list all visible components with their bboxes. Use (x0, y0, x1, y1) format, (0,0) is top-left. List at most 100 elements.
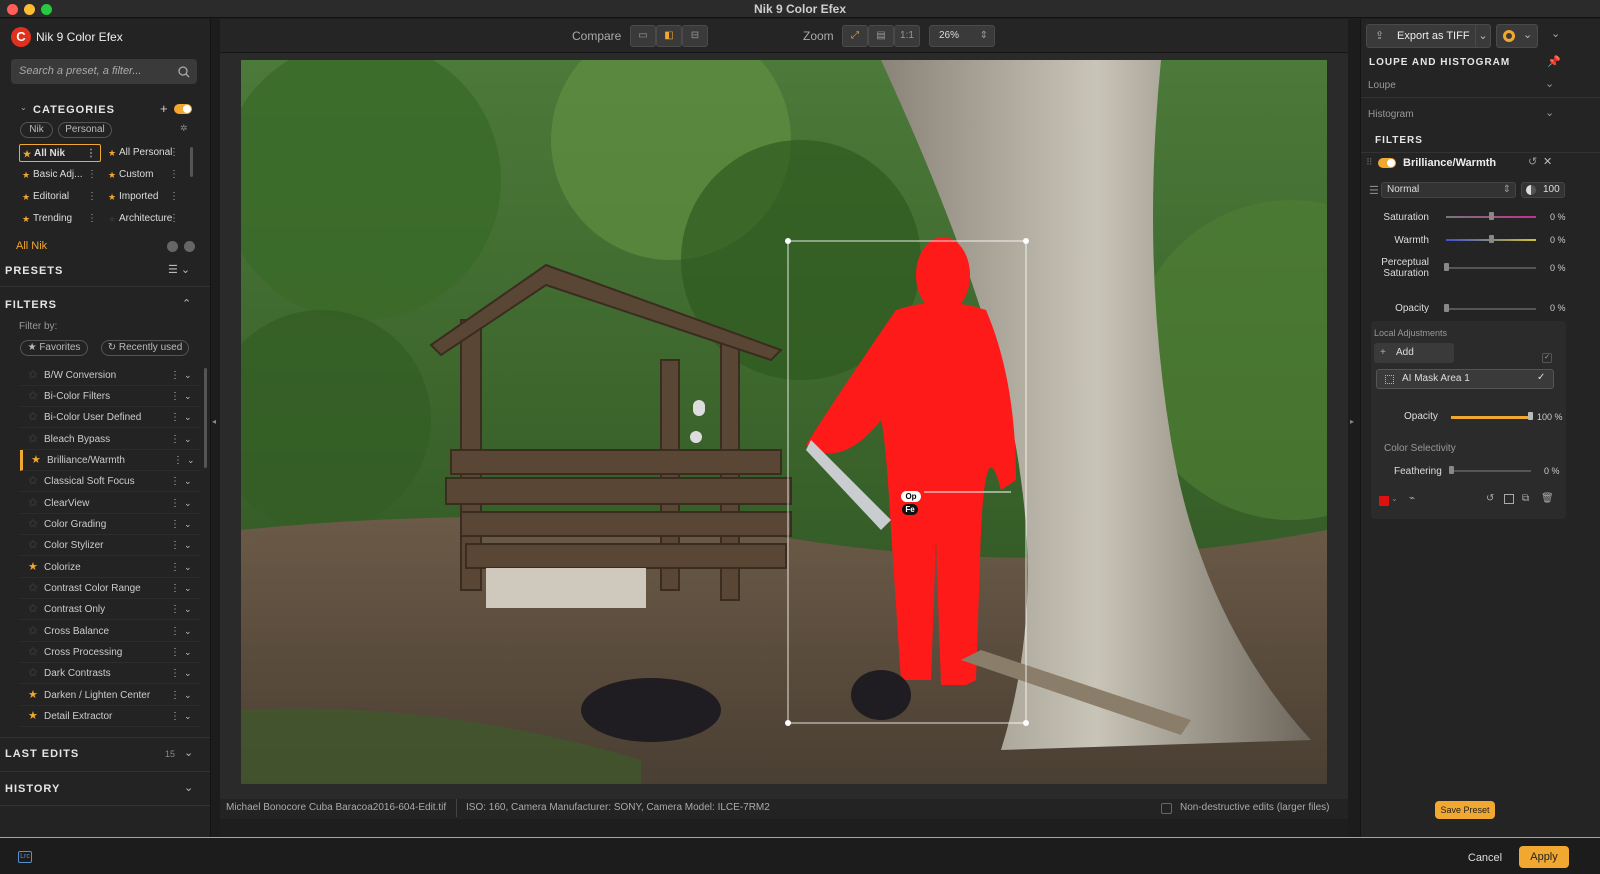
mask-opacity-handle[interactable]: Op (901, 491, 921, 502)
compare-split-view-button[interactable]: ◧ (656, 25, 682, 47)
invert-mask-icon[interactable] (1504, 494, 1514, 504)
maximize-window-button[interactable] (41, 4, 52, 15)
add-adjustment-button[interactable]: + Add (1374, 343, 1454, 363)
plugin-menu-button[interactable]: ⌄ (1496, 24, 1538, 48)
filter-item[interactable]: ★ Cross Processing ⋮ ⌄ (20, 642, 200, 663)
category-imported[interactable]: ★ Imported ⋮ (105, 188, 183, 206)
add-category-icon[interactable]: + (160, 101, 168, 116)
filter-item[interactable]: ★ Classical Soft Focus ⋮ ⌄ (20, 471, 200, 492)
categories-scrollbar[interactable] (190, 147, 193, 177)
drag-handle-icon[interactable]: ⠿ (1366, 157, 1373, 168)
export-format-dropdown[interactable]: ⌄ (1475, 24, 1491, 48)
category-trending[interactable]: ★ Trending ⋮ (19, 210, 101, 228)
categories-chevron-icon[interactable]: ⌄ (20, 103, 27, 112)
loupe-chevron-icon[interactable]: ⌄ (1545, 77, 1554, 90)
category-editorial[interactable]: ★ Editorial ⋮ (19, 188, 101, 206)
filter-item[interactable]: ★ Bleach Bypass ⋮ ⌄ (20, 429, 200, 450)
filter-menu-icon[interactable]: ☰ (1369, 184, 1379, 197)
zoom-fill-button[interactable]: ▤ (868, 25, 894, 47)
left-panel-splitter[interactable]: ◂ (211, 19, 220, 837)
opacity-slider[interactable] (1446, 308, 1536, 310)
favorites-chip[interactable]: ★ Favorites (20, 340, 88, 356)
lightroom-icon[interactable]: Lrc (18, 851, 32, 863)
compare-side-by-side-button[interactable]: ⊟ (682, 25, 708, 47)
prev-category-icon[interactable] (167, 241, 178, 252)
right-panel-splitter[interactable]: ▸ (1348, 19, 1360, 837)
mask-enabled-check-icon[interactable]: ✓ (1537, 372, 1545, 383)
export-button[interactable]: ⇪ Export as TIFF (1366, 24, 1486, 48)
last-edits-chevron-icon[interactable]: ⌄ (184, 746, 193, 759)
cancel-button[interactable]: Cancel (1455, 848, 1515, 868)
filter-item[interactable]: ★ Bi-Color Filters ⋮ ⌄ (20, 386, 200, 407)
zoom-1-1-button[interactable]: 1:1 (894, 25, 920, 47)
loupe-row[interactable]: Loupe (1368, 80, 1396, 91)
filter-item[interactable]: ★ Bi-Color User Defined ⋮ ⌄ (20, 407, 200, 428)
feathering-slider[interactable] (1451, 470, 1531, 472)
perceptual-saturation-slider[interactable] (1446, 267, 1536, 269)
next-category-icon[interactable] (184, 241, 195, 252)
recently-used-chip[interactable]: ↻ Recently used (101, 340, 189, 356)
mask-feather-handle[interactable]: Fe (902, 504, 918, 515)
search-icon[interactable] (178, 66, 190, 78)
ai-mask-row[interactable]: AI Mask Area 1 ✓ (1376, 369, 1554, 389)
zoom-select[interactable]: 26% ⇕ (929, 25, 995, 47)
filter-item[interactable]: ★ Dark Contrasts ⋮ ⌄ (20, 663, 200, 684)
filter-item[interactable]: ★ Contrast Only ⋮ ⌄ (20, 599, 200, 620)
delete-mask-icon[interactable]: 🗑 (1541, 493, 1554, 504)
remove-filter-icon[interactable]: ✕ (1543, 155, 1552, 168)
nondestructive-checkbox[interactable] (1161, 803, 1172, 814)
filter-enable-toggle[interactable] (1378, 158, 1396, 168)
category-basic-adj[interactable]: ★ Basic Adj... ⋮ (19, 166, 101, 184)
warmth-slider-thumb[interactable] (1489, 235, 1494, 243)
category-all-nik[interactable]: ★ All Nik ⋮ (19, 144, 101, 162)
save-preset-button[interactable]: Save Preset (1435, 801, 1495, 819)
filter-item[interactable]: ★ Color Stylizer ⋮ ⌄ (20, 535, 200, 556)
apply-button[interactable]: Apply (1519, 846, 1569, 868)
collapse-panel-icon[interactable]: ⌄ (1551, 27, 1560, 40)
filter-opacity-input[interactable]: 100 (1521, 182, 1565, 198)
filter-item-active[interactable]: ★ Brilliance/Warmth ⋮ ⌄ (20, 450, 200, 471)
mask-color-swatch[interactable] (1379, 496, 1389, 506)
settings-icon[interactable]: ✲ (180, 123, 188, 134)
reset-filter-icon[interactable]: ↺ (1528, 155, 1537, 168)
filter-item[interactable]: ★ Darken / Lighten Center ⋮ ⌄ (20, 685, 200, 706)
pin-icon[interactable]: 📌 (1547, 55, 1561, 68)
filter-item[interactable]: ★ Detail Extractor ⋮ ⌄ (20, 706, 200, 727)
filter-item[interactable]: ★ Cross Balance ⋮ ⌄ (20, 621, 200, 642)
category-all-personal[interactable]: ★ All Personal ⋮ (105, 144, 183, 162)
filter-item[interactable]: ★ ClearView ⋮ ⌄ (20, 493, 200, 514)
filter-item[interactable]: ★ B/W Conversion ⋮ ⌄ (20, 365, 200, 386)
filters-collapse-icon[interactable]: ⌃ (182, 297, 191, 310)
histogram-row[interactable]: Histogram (1368, 109, 1414, 120)
compare-single-view-button[interactable]: ▭ (630, 25, 656, 47)
mask-brush-icon[interactable]: ⌁ (1409, 493, 1415, 504)
reset-mask-icon[interactable]: ↺ (1486, 493, 1494, 504)
histogram-chevron-icon[interactable]: ⌄ (1545, 106, 1554, 119)
blend-mode-select[interactable]: Normal ⇕ (1381, 182, 1516, 198)
chip-personal[interactable]: Personal (58, 122, 112, 138)
presets-menu-icon[interactable]: ☰ ⌄ (168, 263, 190, 276)
category-custom[interactable]: ★ Custom ⋮ (105, 166, 183, 184)
filter-item[interactable]: ★ Colorize ⋮ ⌄ (20, 557, 200, 578)
duplicate-mask-icon[interactable]: ⧉ (1522, 493, 1529, 504)
search-input[interactable]: Search a preset, a filter... (11, 59, 197, 84)
categories-toggle[interactable] (174, 104, 192, 114)
opacity-slider-thumb[interactable] (1444, 304, 1449, 312)
feathering-thumb[interactable] (1449, 466, 1454, 474)
mask-opacity-thumb[interactable] (1528, 412, 1533, 420)
history-chevron-icon[interactable]: ⌄ (184, 781, 193, 794)
photo-preview[interactable] (241, 60, 1327, 784)
perceptual-saturation-thumb[interactable] (1444, 263, 1449, 271)
category-architecture[interactable]: ★ Architecture ⋮ (105, 210, 183, 228)
filter-item[interactable]: ★ Color Grading ⋮ ⌄ (20, 514, 200, 535)
minimize-window-button[interactable] (24, 4, 35, 15)
chip-nik[interactable]: Nik (20, 122, 53, 138)
mask-color-dropdown[interactable]: ⌄ (1391, 494, 1398, 503)
mask-opacity-slider[interactable] (1451, 416, 1531, 419)
zoom-fit-button[interactable]: ⤢ (842, 25, 868, 47)
close-window-button[interactable] (7, 4, 18, 15)
filter-item[interactable]: ★ Contrast Color Range ⋮ ⌄ (20, 578, 200, 599)
saturation-slider-thumb[interactable] (1489, 212, 1494, 220)
filters-scrollbar[interactable] (204, 368, 207, 468)
select-all-checkbox[interactable]: ✓ (1542, 353, 1552, 363)
